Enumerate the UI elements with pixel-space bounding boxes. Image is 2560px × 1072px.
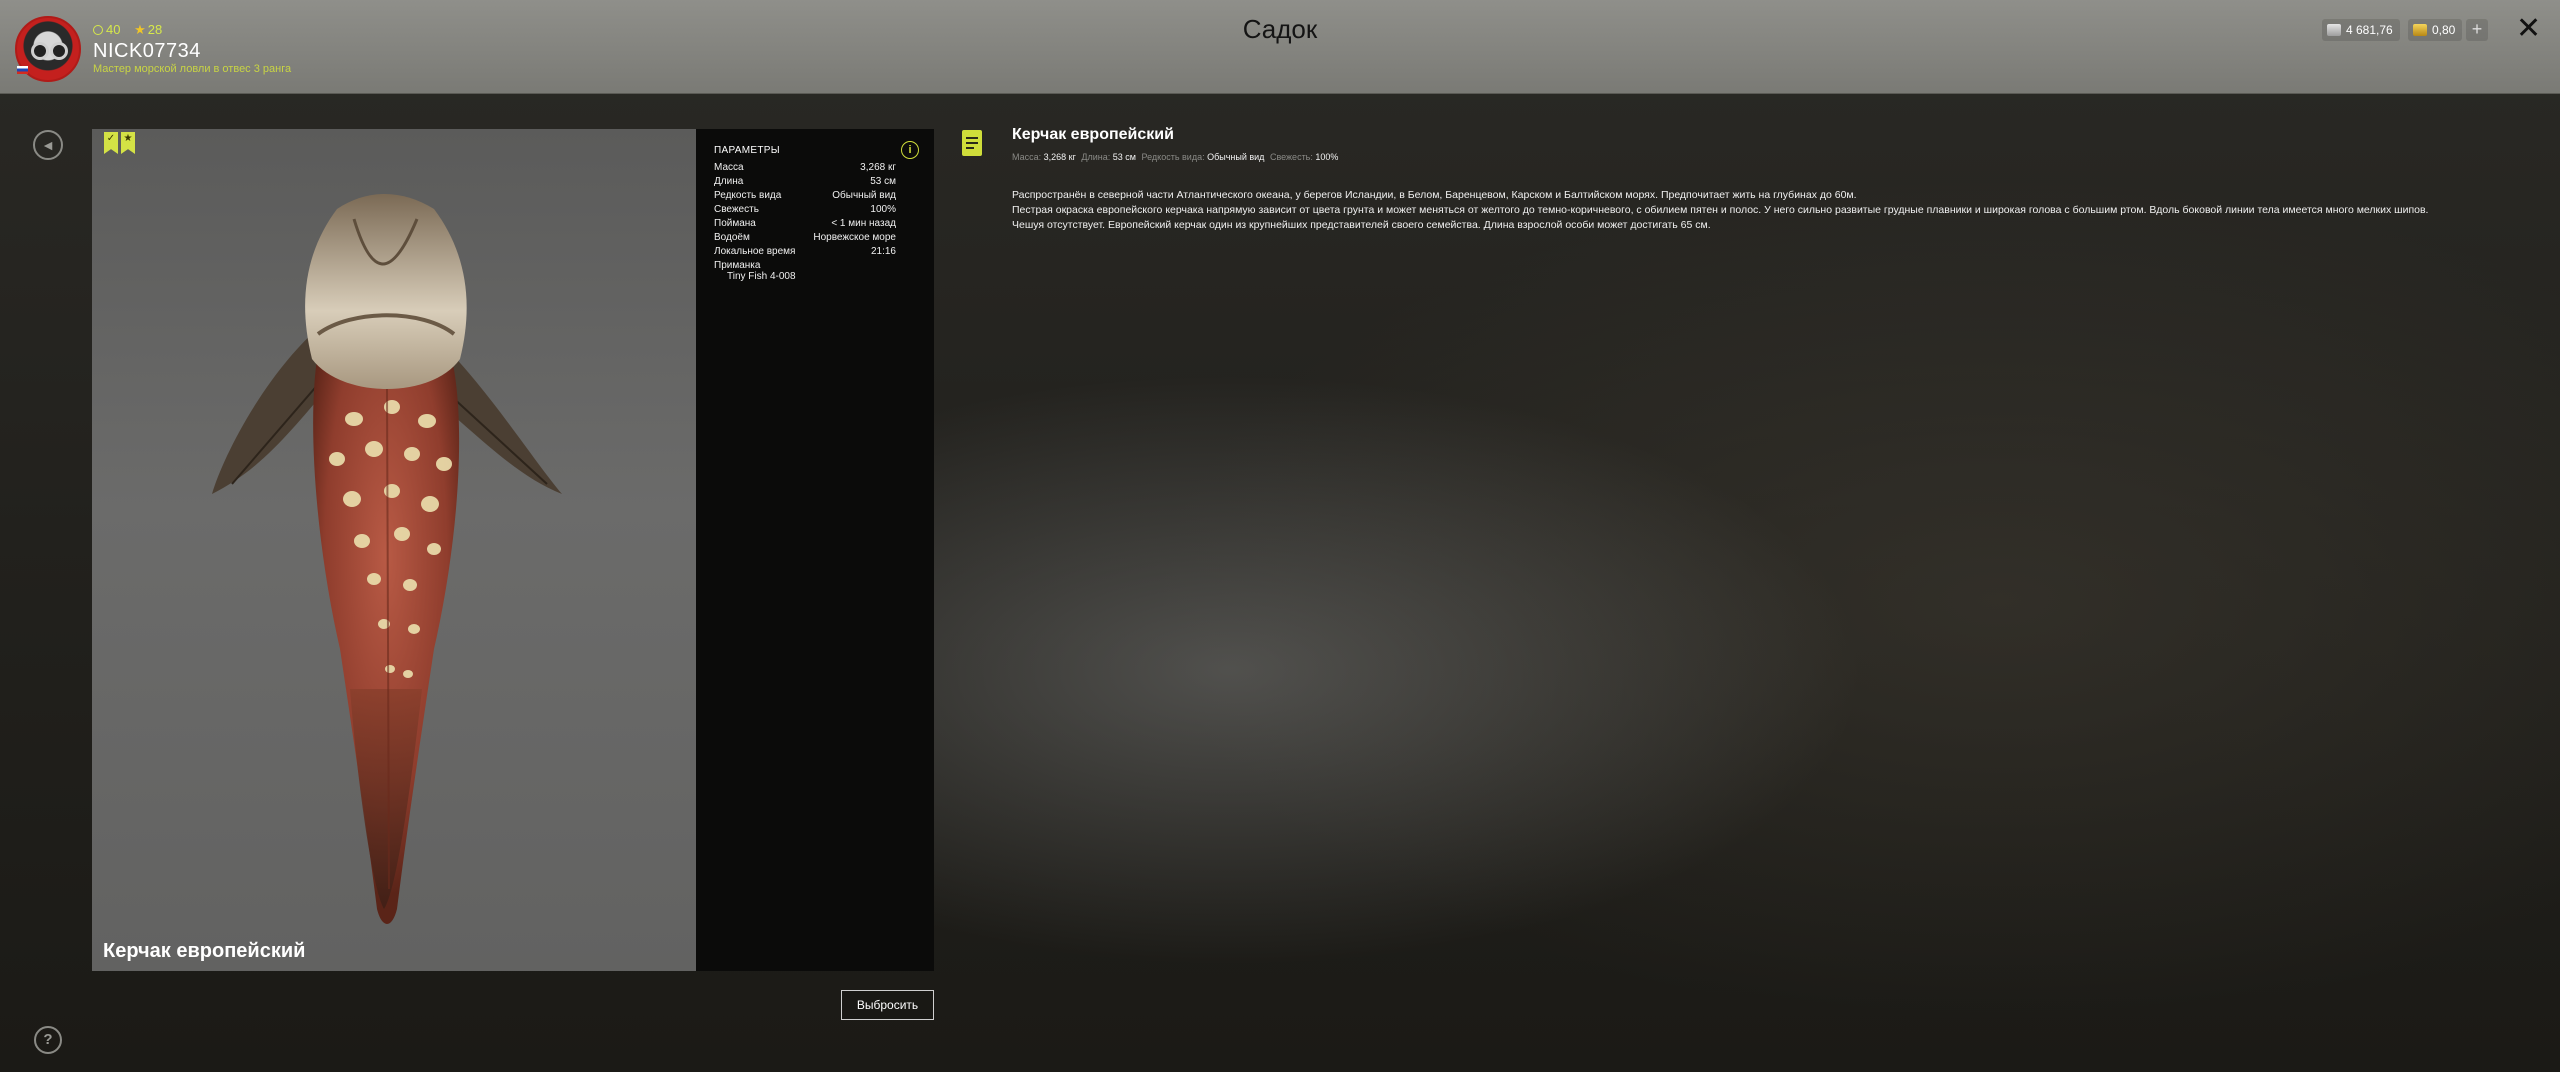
param-row-rarity: Редкость вида Обычный вид (714, 190, 896, 201)
back-icon[interactable]: ◄ (33, 130, 63, 160)
document-icon (962, 130, 982, 156)
caught-badge-icon: ✓ (104, 132, 118, 154)
param-row-local-time: Локальное время 21:16 (714, 246, 896, 257)
gold-balance: 0,80 (2408, 19, 2463, 41)
description-paragraph: Пестрая окраска европейского керчака нап… (1012, 204, 2429, 216)
discard-button[interactable]: Выбросить (841, 990, 934, 1020)
param-row-freshness: Свежесть 100% (714, 204, 896, 215)
silver-coins-icon (2327, 24, 2341, 36)
top-bar: 40 ★ 28 NICK07734 Мастер морской ловли в … (0, 0, 2560, 94)
param-row-caught: Поймана < 1 мин назад (714, 218, 896, 229)
description-title: Керчак европейский (1012, 126, 1174, 143)
parameters-title: ПАРАМЕТРЫ (714, 145, 780, 156)
add-currency-button[interactable]: + (2466, 19, 2488, 41)
gold-coins-icon (2413, 24, 2427, 36)
parameters-panel: ПАРАМЕТРЫ i Масса 3,268 кг Длина 53 см Ред… (696, 129, 934, 971)
description-summary: Масса: 3,268 кг Длина: 53 см Редкость ви… (1012, 152, 1339, 162)
help-icon[interactable]: ? (34, 1026, 62, 1054)
page-title: Садок (1242, 14, 1318, 44)
close-button[interactable]: ✕ (2516, 14, 2541, 44)
description-paragraph: Чешуя отсутствует. Европейский керчак од… (1012, 219, 1711, 231)
russia-flag-icon (17, 66, 28, 74)
fish-badges: ✓ ★ (104, 129, 138, 154)
bait-value: Tiny Fish 4-008 (727, 271, 796, 282)
fish-preview[interactable]: ✓ ★ Керчак европейский (92, 129, 696, 971)
param-row-length: Длина 53 см (714, 176, 896, 187)
player-rank: Мастер морской ловли в отвес 3 ранга (93, 63, 292, 75)
info-icon[interactable]: i (901, 141, 919, 159)
fish-image (212, 194, 562, 924)
param-row-waterbody: Водоём Норвежское море (714, 232, 896, 243)
description-paragraph: Распространён в северной части Атлантиче… (1012, 189, 1857, 201)
trophy-badge-icon: ★ (121, 132, 135, 154)
fish-name-label: Керчак европейский (103, 940, 306, 962)
param-row-mass: Масса 3,268 кг (714, 162, 896, 173)
silver-balance: 4 681,76 (2322, 19, 2400, 41)
description-text: Распространён в северной части Атлантиче… (1012, 188, 2552, 233)
